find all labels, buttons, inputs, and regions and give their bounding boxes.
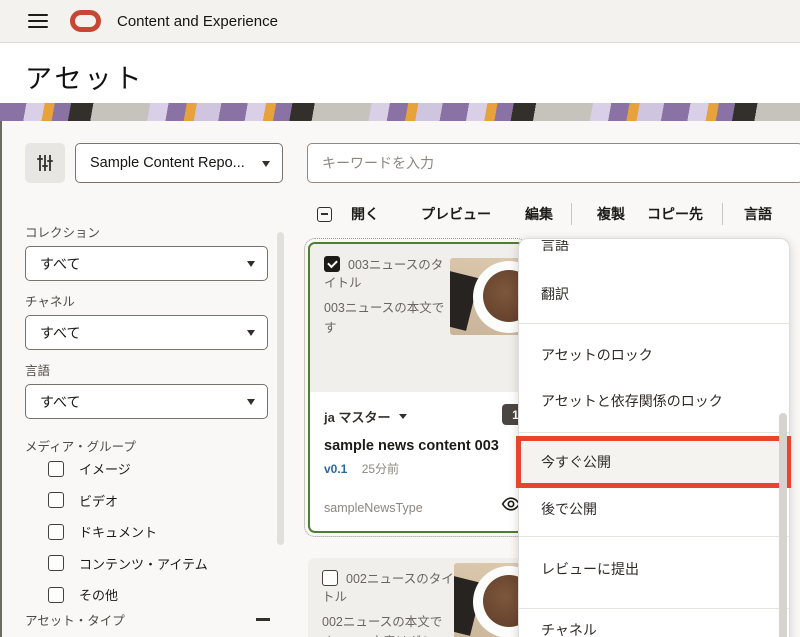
menu-divider — [519, 536, 789, 537]
asset-type-name: sampleNewsType — [324, 501, 423, 515]
asset-meta: v0.1 25分前 — [324, 460, 399, 477]
checkbox[interactable] — [48, 555, 64, 571]
asset-version-link[interactable]: v0.1 — [324, 462, 347, 476]
page-header: アセット — [0, 43, 800, 103]
app-title: Content and Experience — [117, 13, 278, 30]
filter-toggle-button[interactable] — [25, 143, 65, 183]
option-label: ドキュメント — [79, 522, 157, 541]
menu-item-language[interactable]: 言語 — [541, 240, 569, 253]
chevron-down-icon — [247, 330, 255, 340]
asset-card-002[interactable]: 002ニュースのタイトル 002ニュースの本文です。この文章はダミーです。文字の… — [308, 558, 524, 637]
hamburger-menu-icon[interactable] — [28, 14, 48, 28]
option-label: ビデオ — [79, 491, 118, 510]
collection-select-value: すべて — [40, 254, 80, 274]
media-group-option-content-items[interactable]: コンテンツ・アイテム — [48, 554, 208, 573]
menu-item-submit-for-review[interactable]: レビューに提出 — [541, 559, 639, 579]
collection-label: コレクション — [25, 222, 100, 241]
toolbar-divider — [722, 203, 723, 225]
sidebar-scrollbar[interactable] — [277, 232, 284, 545]
media-group-option-documents[interactable]: ドキュメント — [48, 522, 208, 541]
card-checkbox-checked[interactable] — [324, 256, 340, 272]
toolbar-duplicate[interactable]: 複製 — [597, 204, 625, 224]
checkbox[interactable] — [48, 492, 64, 508]
collection-select[interactable]: すべて — [25, 246, 268, 281]
asset-preview-body: 003ニュースの本文です — [324, 299, 456, 338]
asset-card-003[interactable]: 003ニュースのタイトル 003ニュースの本文です ja マスター 1 samp… — [308, 242, 524, 533]
channel-label: チャネル — [25, 291, 75, 310]
media-group-option-images[interactable]: イメージ — [48, 459, 208, 478]
asset-type-section: アセット・タイプ — [25, 610, 270, 629]
asset-preview-title: 002ニュースのタイトル — [322, 570, 456, 606]
card-language-value: ja マスター — [324, 407, 390, 426]
toolbar-edit[interactable]: 編集 — [525, 204, 553, 224]
media-group-options: イメージ ビデオ ドキュメント コンテンツ・アイテム その他 — [48, 459, 208, 604]
language-select[interactable]: すべて — [25, 384, 268, 419]
menu-item-publish-later[interactable]: 後で公開 — [541, 499, 597, 519]
asset-type-label: アセット・タイプ — [25, 610, 125, 629]
asset-thumbnail-image — [450, 258, 524, 335]
chevron-down-icon — [247, 261, 255, 271]
select-all-checkbox[interactable] — [317, 207, 332, 222]
actions-toolbar: 開く プレビュー 編集 複製 コピー先 言語 — [317, 200, 772, 228]
top-bar: Content and Experience — [0, 0, 800, 43]
chevron-down-icon — [247, 399, 255, 409]
toolbar-divider — [571, 203, 572, 225]
card-language-dropdown[interactable]: ja マスター — [324, 407, 407, 426]
repository-selector[interactable]: Sample Content Repo... — [75, 143, 283, 183]
menu-item-translate[interactable]: 翻訳 — [541, 284, 569, 304]
toolbar-preview[interactable]: プレビュー — [421, 204, 491, 224]
media-group-option-videos[interactable]: ビデオ — [48, 491, 208, 510]
asset-timestamp: 25分前 — [362, 462, 399, 476]
menu-divider — [519, 432, 789, 433]
checkbox[interactable] — [48, 461, 64, 477]
media-group-option-others[interactable]: その他 — [48, 585, 208, 604]
chevron-down-icon — [399, 414, 407, 423]
channel-select-value: すべて — [40, 323, 80, 343]
asset-preview-title: 003ニュースのタイトル — [324, 256, 454, 292]
checkbox[interactable] — [48, 524, 64, 540]
card-checkbox-unchecked[interactable] — [322, 570, 338, 586]
sliders-icon — [35, 153, 55, 173]
assets-page: Content and Experience アセット Sample Conte… — [0, 0, 800, 637]
menu-item-lock-asset-dependencies[interactable]: アセットと依存関係のロック — [541, 391, 723, 411]
toolbar-copy-to[interactable]: コピー先 — [647, 204, 703, 224]
menu-item-publish-now-highlighted[interactable]: 今すぐ公開 — [516, 436, 791, 488]
asset-name: sample news content 003 — [324, 438, 499, 454]
oracle-logo-icon — [70, 10, 101, 32]
option-label: イメージ — [79, 459, 131, 478]
search-input[interactable] — [307, 143, 800, 183]
asset-preview-body: 002ニュースの本文です。この文章はダミーです。文字の大きさ、量、字間、行 — [322, 613, 454, 637]
menu-divider — [519, 608, 789, 609]
repository-selector-value: Sample Content Repo... — [90, 155, 245, 171]
checkbox[interactable] — [48, 587, 64, 603]
context-menu: 言語 翻訳 アセットのロック アセットと依存関係のロック 今すぐ公開 後で公開 … — [518, 238, 790, 637]
menu-item-channel[interactable]: チャネル — [541, 620, 597, 637]
option-label: コンテンツ・アイテム — [79, 554, 208, 573]
toolbar-open[interactable]: 開く — [351, 204, 379, 224]
decorative-banner — [0, 103, 800, 121]
toolbar-language[interactable]: 言語 — [744, 204, 772, 224]
menu-divider — [519, 323, 789, 324]
chevron-down-icon — [262, 161, 270, 171]
channel-select[interactable]: すべて — [25, 315, 268, 350]
panel-left-edge — [0, 121, 2, 637]
asset-thumbnail-image — [454, 563, 524, 637]
language-select-value: すべて — [40, 392, 80, 412]
menu-scrollbar[interactable] — [779, 413, 787, 637]
menu-item-clip: 言語 — [541, 240, 569, 253]
media-group-label: メディア・グループ — [25, 436, 136, 455]
collapse-icon[interactable] — [256, 618, 270, 621]
asset-card-preview: 003ニュースのタイトル 003ニュースの本文です — [310, 244, 522, 392]
page-title: アセット — [25, 57, 144, 96]
menu-item-lock-asset[interactable]: アセットのロック — [541, 345, 653, 365]
language-label: 言語 — [25, 360, 50, 379]
option-label: その他 — [79, 585, 118, 604]
